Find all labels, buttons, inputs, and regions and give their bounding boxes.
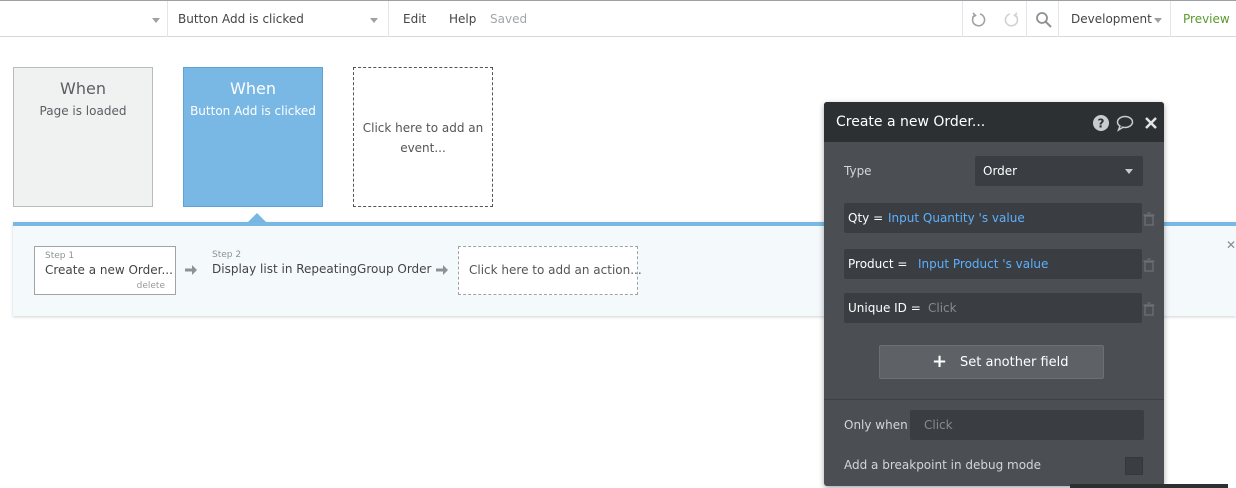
- environment-select[interactable]: Development: [1071, 12, 1152, 26]
- step-delete-link[interactable]: delete: [137, 281, 165, 291]
- field-row-product[interactable]: Product = Input Product 's value: [844, 249, 1142, 279]
- toolbar-divider: [1026, 1, 1027, 37]
- add-action-box[interactable]: Click here to add an action...: [458, 246, 642, 295]
- add-event-card[interactable]: Click here to add an event...: [353, 67, 493, 207]
- field-key: Unique ID =: [848, 301, 921, 315]
- bottom-edge-bar: [1070, 484, 1228, 488]
- type-select[interactable]: Order: [975, 156, 1143, 186]
- type-select-value: Order: [983, 164, 1018, 178]
- toolbar-divider: [167, 1, 168, 37]
- field-row-unique-id[interactable]: Unique ID = Click: [844, 293, 1142, 323]
- step-label: Step 2: [212, 250, 242, 260]
- only-when-input[interactable]: Click: [910, 410, 1144, 440]
- environment-chevron-down-icon[interactable]: [1154, 18, 1162, 23]
- breakpoint-label: Add a breakpoint in debug mode: [844, 458, 1042, 472]
- panel-title: Create a new Order...: [836, 114, 986, 130]
- menu-edit[interactable]: Edit: [403, 12, 426, 26]
- event-card-title: When: [230, 79, 276, 98]
- field-value[interactable]: Click: [928, 301, 957, 315]
- top-toolbar: Button Add is clicked Edit Help Saved De…: [0, 0, 1236, 37]
- comment-icon[interactable]: [1116, 114, 1134, 132]
- toolbar-divider: [1058, 1, 1059, 37]
- redo-icon[interactable]: [1002, 11, 1020, 29]
- panel-header: Create a new Order... ?: [824, 102, 1164, 142]
- trash-icon[interactable]: [1142, 302, 1156, 316]
- page-select-chevron-down-icon[interactable]: [152, 18, 160, 23]
- action-property-panel: Create a new Order... ? Type Order Qty =…: [824, 102, 1164, 486]
- close-icon[interactable]: [1142, 114, 1160, 132]
- add-action-text: Click here to add an action...: [469, 263, 642, 277]
- search-icon[interactable]: [1035, 11, 1053, 29]
- field-key: Product =: [848, 257, 908, 271]
- toolbar-divider: [388, 1, 389, 37]
- field-value[interactable]: Input Quantity 's value: [888, 211, 1025, 225]
- step-label: Step 1: [45, 251, 75, 261]
- field-key: Qty =: [848, 211, 884, 225]
- panel-divider: [824, 399, 1164, 400]
- undo-icon[interactable]: [970, 11, 988, 29]
- event-card-subtitle: Page is loaded: [39, 104, 127, 118]
- set-another-field-button[interactable]: + Set another field: [879, 345, 1104, 379]
- trash-icon[interactable]: [1142, 258, 1156, 272]
- type-label: Type: [844, 164, 872, 178]
- svg-text:?: ?: [1098, 117, 1105, 131]
- event-select-chevron-down-icon[interactable]: [370, 18, 378, 23]
- set-another-field-label: Set another field: [960, 355, 1069, 370]
- action-step-1[interactable]: Step 1 Create a new Order... delete: [34, 246, 176, 295]
- action-step-2[interactable]: Step 2 Display list in RepeatingGroup Or…: [202, 246, 432, 295]
- arrow-right-icon: [185, 265, 197, 275]
- only-when-label: Only when: [844, 418, 908, 432]
- only-when-value: Click: [924, 418, 953, 432]
- plus-icon: +: [932, 351, 948, 372]
- toolbar-divider: [962, 1, 963, 37]
- add-event-text: Click here to add an event...: [362, 121, 484, 155]
- toolbar-divider: [1170, 1, 1171, 37]
- field-value[interactable]: Input Product 's value: [918, 257, 1048, 271]
- trash-icon[interactable]: [1142, 212, 1156, 226]
- step-name: Create a new Order...: [45, 263, 173, 277]
- arrow-right-icon: [436, 265, 448, 275]
- selected-event-pointer: [248, 213, 266, 222]
- save-status: Saved: [490, 12, 528, 26]
- help-icon[interactable]: ?: [1092, 114, 1110, 132]
- menu-help[interactable]: Help: [449, 12, 476, 26]
- event-select[interactable]: Button Add is clicked: [178, 12, 304, 26]
- breakpoint-checkbox[interactable]: [1125, 457, 1143, 475]
- step-name: Display list in RepeatingGroup Order: [212, 262, 432, 276]
- preview-button[interactable]: Preview: [1183, 12, 1230, 26]
- event-card-button-add-clicked[interactable]: When Button Add is clicked: [183, 67, 323, 207]
- strip-close-icon[interactable]: ✕: [1226, 238, 1236, 252]
- event-card-page-loaded[interactable]: When Page is loaded: [13, 67, 153, 207]
- chevron-down-icon: [1125, 169, 1133, 174]
- event-card-subtitle: Button Add is clicked: [190, 104, 316, 118]
- field-row-qty[interactable]: Qty = Input Quantity 's value: [844, 203, 1142, 233]
- event-card-title: When: [60, 79, 106, 98]
